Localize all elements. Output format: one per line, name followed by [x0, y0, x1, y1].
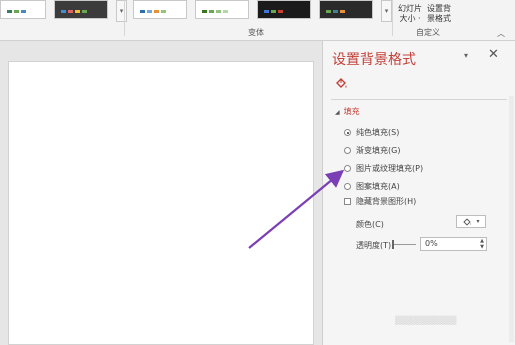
watermark: ▒▒▒▒▒▒▒▒▒▒ [395, 316, 457, 325]
fill-section-label: 填充 [343, 107, 360, 116]
ribbon-divider [124, 0, 125, 36]
variant-thumbnail[interactable] [195, 0, 249, 19]
variant-more-button[interactable]: ▾ [381, 0, 392, 22]
chevron-down-icon: ▾ [476, 218, 480, 225]
hide-bg-checkbox[interactable] [344, 198, 351, 205]
transparency-input[interactable]: 0% ▲ ▼ [420, 237, 487, 251]
radio-picture-fill[interactable] [344, 165, 351, 172]
theme-gallery-left: ▾ [0, 0, 127, 22]
collapse-triangle-icon: ◢ [335, 109, 340, 116]
format-bg-label-1: 设置背 [427, 4, 451, 13]
option-label: 图案填充(A) [356, 182, 400, 191]
option-label: 渐变填充(G) [356, 146, 401, 155]
radio-solid-fill[interactable] [344, 129, 351, 136]
radio-gradient-fill[interactable] [344, 147, 351, 154]
pane-options-icon[interactable]: ▾ [464, 51, 468, 60]
hide-background-graphics[interactable]: 隐藏背景图形(H) [344, 196, 416, 207]
spin-arrows-icon[interactable]: ▲ ▼ [480, 238, 484, 250]
variant-thumbnail[interactable] [257, 0, 311, 19]
option-pattern-fill[interactable]: 图案填充(A) [344, 181, 400, 192]
option-label: 纯色填充(S) [356, 128, 400, 137]
format-bg-label-2: 景格式 [427, 14, 451, 23]
slide-size-button[interactable]: 幻灯片 大小 · [398, 4, 422, 24]
transparency-value: 0% [425, 239, 438, 248]
theme-thumbnail[interactable] [54, 0, 108, 19]
paint-bucket-icon [463, 217, 472, 226]
color-picker-button[interactable]: ▾ [456, 215, 486, 228]
pane-scrollbar[interactable] [509, 96, 514, 342]
theme-thumbnail[interactable] [0, 0, 46, 19]
option-picture-fill[interactable]: 图片或纹理填充(P) [344, 163, 423, 174]
close-icon[interactable]: ✕ [488, 47, 499, 62]
variant-thumbnail[interactable] [133, 0, 187, 19]
fill-section-header[interactable]: ◢ 填充 [335, 106, 360, 117]
option-solid-fill[interactable]: 纯色填充(S) [344, 127, 399, 138]
color-label: 颜色(C) [356, 220, 384, 229]
radio-pattern-fill[interactable] [344, 183, 351, 190]
ribbon: ▾ ▾ 变体 幻灯片 大小 · 设置背 景格式 自定义 ︿ [0, 0, 515, 41]
custom-group-label: 自定义 [416, 28, 440, 37]
variants-group-label: 变体 [248, 28, 264, 37]
format-background-pane: 设置背景格式 ▾ ✕ ◢ 填充 纯色填充(S) 渐变填充(G) 图片或纹理填充(P… [322, 41, 515, 345]
transparency-label: 透明度(T) [356, 241, 392, 250]
slide-canvas [0, 41, 322, 345]
pane-divider [331, 99, 507, 100]
variant-thumbnail[interactable] [319, 0, 373, 19]
option-label: 图片或纹理填充(P) [356, 164, 424, 173]
variant-gallery: ▾ [133, 0, 392, 22]
gallery-more-button[interactable]: ▾ [116, 0, 127, 22]
slide-size-label-2: 大小 · [399, 14, 421, 23]
pane-title: 设置背景格式 [332, 52, 416, 68]
hide-bg-label: 隐藏背景图形(H) [356, 197, 417, 206]
fill-bucket-icon[interactable] [334, 76, 348, 95]
slide[interactable] [8, 61, 314, 345]
ribbon-divider [392, 0, 393, 36]
slide-size-label-1: 幻灯片 [398, 4, 422, 13]
transparency-slider-track[interactable] [392, 244, 416, 245]
format-background-button[interactable]: 设置背 景格式 [427, 4, 451, 24]
transparency-slider-thumb[interactable] [392, 240, 394, 249]
option-gradient-fill[interactable]: 渐变填充(G) [344, 145, 400, 156]
collapse-ribbon-icon[interactable]: ︿ [497, 28, 505, 39]
